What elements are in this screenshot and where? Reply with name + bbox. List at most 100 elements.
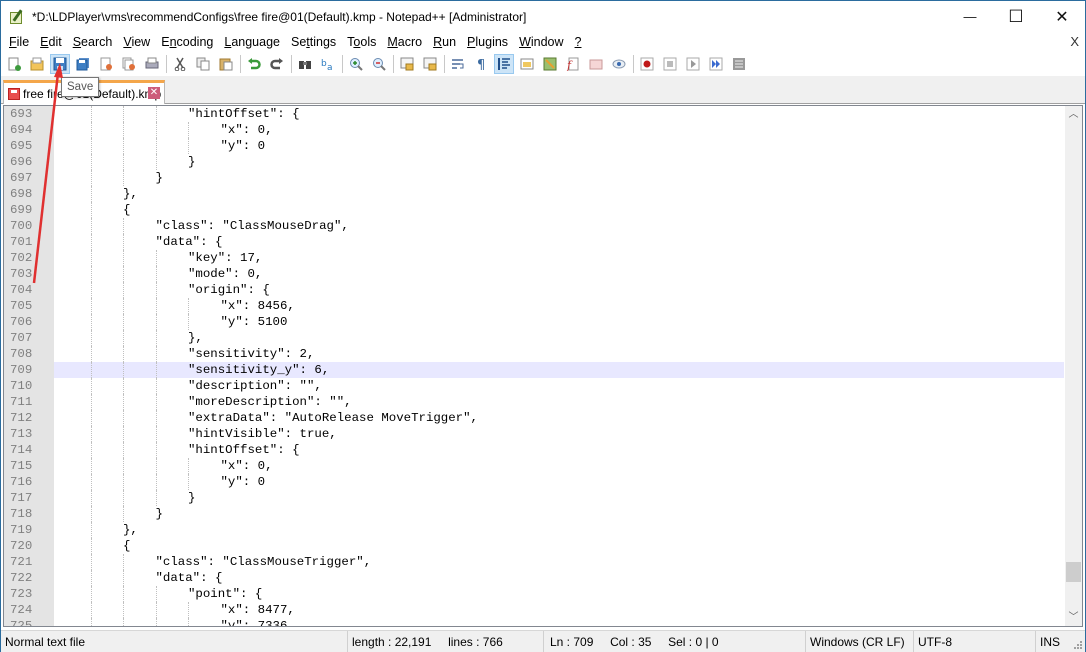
code-line[interactable]: 694 "x": 0, [4, 122, 1064, 138]
maximize-button[interactable]: ☐ [993, 1, 1039, 32]
minimize-button[interactable]: — [947, 1, 993, 32]
redo-button[interactable] [267, 54, 287, 74]
document-map-button[interactable] [540, 54, 560, 74]
code-line[interactable]: 722 "data": { [4, 570, 1064, 586]
code-line[interactable]: 711 "moreDescription": "", [4, 394, 1064, 410]
line-number: 716 [4, 474, 42, 490]
indent-guide [123, 106, 124, 122]
word-wrap-button[interactable] [448, 54, 468, 74]
code-line[interactable]: 706 "y": 5100 [4, 314, 1064, 330]
line-number: 713 [4, 426, 42, 442]
find-button[interactable] [295, 54, 315, 74]
code-line[interactable]: 723 "point": { [4, 586, 1064, 602]
editor[interactable]: 693 "hintOffset": {694 "x": 0, 695 "y": 0 696… [3, 105, 1083, 627]
show-all-chars-button[interactable]: ¶ [471, 54, 491, 74]
menu-tools[interactable]: Tools [343, 35, 380, 49]
indent-guide [90, 490, 92, 506]
code-line[interactable]: 707}, [4, 330, 1064, 346]
vertical-scrollbar[interactable]: ︿ ﹀ [1065, 106, 1082, 626]
function-list-button[interactable]: f [563, 54, 583, 74]
close-button[interactable] [96, 54, 116, 74]
code-line[interactable]: 719}, [4, 522, 1064, 538]
menu-edit[interactable]: Edit [36, 35, 66, 49]
code-line[interactable]: 721 "class": "ClassMouseTrigger", [4, 554, 1064, 570]
menu-file[interactable]: File [5, 35, 33, 49]
folder-as-workspace-button[interactable] [586, 54, 606, 74]
user-defined-language-button[interactable] [517, 54, 537, 74]
scroll-down-icon[interactable]: ﹀ [1065, 609, 1082, 626]
code-line[interactable]: 724 "x": 8477, [4, 602, 1064, 618]
menu-search[interactable]: Search [69, 35, 117, 49]
code-line[interactable]: 709 "sensitivity_y": 6, [4, 362, 1064, 378]
code-line[interactable]: 712 "extraData": "AutoRelease MoveTrigger… [4, 410, 1064, 426]
sync-vertical-button[interactable] [397, 54, 417, 74]
save-all-button[interactable] [73, 54, 93, 74]
code-line[interactable]: 696} [4, 154, 1064, 170]
scrollbar-thumb[interactable] [1066, 562, 1081, 582]
indent-guide [123, 474, 124, 490]
scroll-up-icon[interactable]: ︿ [1065, 106, 1082, 123]
menu-help[interactable]: ? [571, 35, 586, 49]
menu-language[interactable]: Language [220, 35, 284, 49]
close-window-button[interactable]: ✕ [1039, 1, 1085, 32]
code-line[interactable]: 693 "hintOffset": { [4, 106, 1064, 122]
menu-plugins[interactable]: Plugins [463, 35, 512, 49]
menu-run[interactable]: Run [429, 35, 460, 49]
indent-guide [188, 618, 189, 626]
code-line[interactable]: 700 "class": "ClassMouseDrag", [4, 218, 1064, 234]
open-file-icon [30, 57, 44, 71]
code-line[interactable]: 698}, [4, 186, 1064, 202]
print-button[interactable] [142, 54, 162, 74]
replace-button[interactable]: ba [318, 54, 338, 74]
code-line[interactable]: 713 "hintVisible": true, [4, 426, 1064, 442]
open-file-button[interactable] [27, 54, 47, 74]
sync-horizontal-button[interactable] [420, 54, 440, 74]
code-line[interactable]: 717} [4, 490, 1064, 506]
code-line[interactable]: 705 "x": 8456, [4, 298, 1064, 314]
code-line[interactable]: 702 "key": 17, [4, 250, 1064, 266]
copy-button[interactable] [193, 54, 213, 74]
record-macro-button[interactable] [637, 54, 657, 74]
monitoring-button[interactable] [609, 54, 629, 74]
zoom-out-button[interactable] [369, 54, 389, 74]
menu-view[interactable]: View [119, 35, 154, 49]
close-all-button[interactable] [119, 54, 139, 74]
menu-settings[interactable]: Settings [287, 35, 340, 49]
menu-macro[interactable]: Macro [383, 35, 426, 49]
undo-button[interactable] [244, 54, 264, 74]
code-line[interactable]: 714 "hintOffset": { [4, 442, 1064, 458]
code-line[interactable]: 697} [4, 170, 1064, 186]
code-line[interactable]: 716 "y": 0 [4, 474, 1064, 490]
indent-guide [155, 490, 157, 506]
menu-window[interactable]: Window [515, 35, 567, 49]
save-button[interactable] [50, 54, 70, 74]
code-area[interactable]: 693 "hintOffset": {694 "x": 0, 695 "y": 0 696… [4, 106, 1064, 626]
code-line[interactable]: 720 { [4, 538, 1064, 554]
run-macro-multiple-button[interactable] [706, 54, 726, 74]
code-line[interactable]: 725 "y": 7336 [4, 618, 1064, 626]
code-line[interactable]: 703 "mode": 0, [4, 266, 1064, 282]
code-line[interactable]: 708 "sensitivity": 2, [4, 346, 1064, 362]
zoom-in-button[interactable] [346, 54, 366, 74]
code-line[interactable]: 718} [4, 506, 1064, 522]
line-number: 705 [4, 298, 42, 314]
code-line[interactable]: 695 "y": 0 [4, 138, 1064, 154]
code-line[interactable]: 699 { [4, 202, 1064, 218]
tab-close-icon[interactable]: ✕ [148, 87, 160, 99]
resize-grip-icon[interactable] [1073, 640, 1083, 650]
play-macro-button[interactable] [683, 54, 703, 74]
line-number: 706 [4, 314, 42, 330]
stop-recording-button[interactable] [660, 54, 680, 74]
indent-guide [155, 602, 157, 618]
menu-encoding[interactable]: Encoding [157, 35, 217, 49]
cut-button[interactable] [170, 54, 190, 74]
code-line[interactable]: 710 "description": "", [4, 378, 1064, 394]
code-line[interactable]: 715 "x": 0, [4, 458, 1064, 474]
close-document-button[interactable]: X [1070, 34, 1079, 49]
code-line[interactable]: 704 "origin": { [4, 282, 1064, 298]
new-file-button[interactable] [4, 54, 24, 74]
save-macro-button[interactable] [729, 54, 749, 74]
code-line[interactable]: 701 "data": { [4, 234, 1064, 250]
indent-guide-button[interactable] [494, 54, 514, 74]
paste-button[interactable] [216, 54, 236, 74]
